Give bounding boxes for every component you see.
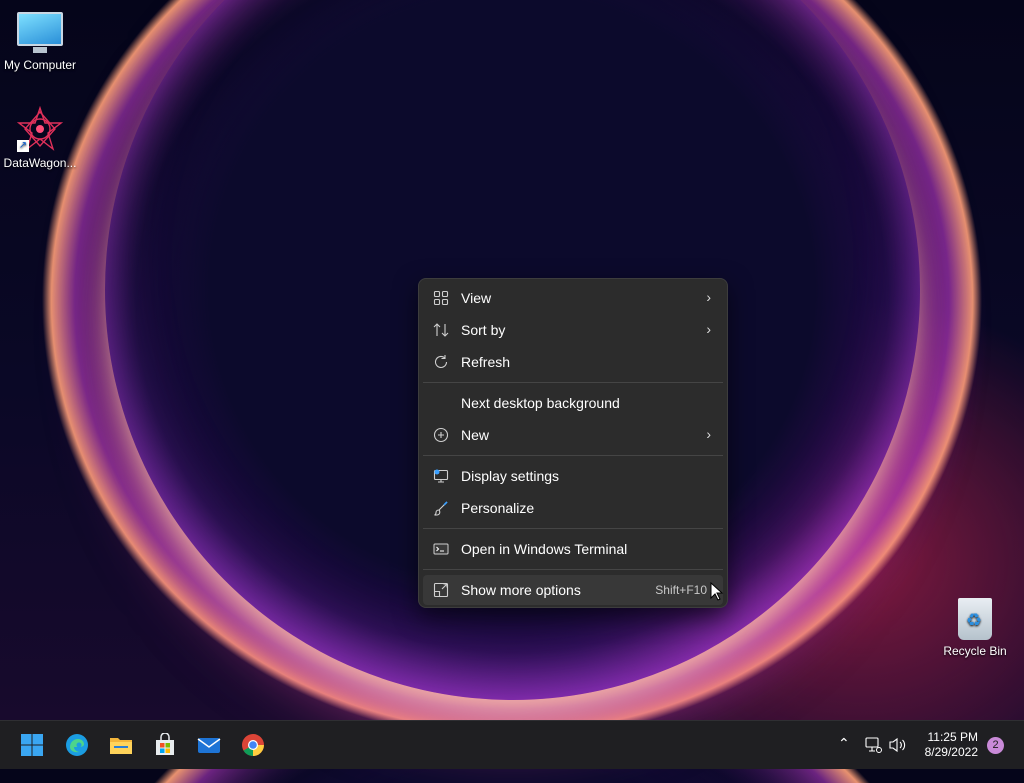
- menu-item-label: New: [461, 427, 490, 443]
- chrome-icon[interactable]: [241, 733, 265, 757]
- clock-time: 11:25 PM: [927, 730, 978, 744]
- plus-circle-icon: [433, 427, 449, 443]
- menu-item-open-in-windows-terminal[interactable]: Open in Windows Terminal: [423, 534, 723, 564]
- chevron-right-icon: ›: [706, 289, 711, 305]
- show-hidden-icons-chevron[interactable]: ⌃: [838, 735, 850, 783]
- display-icon: [433, 469, 449, 483]
- system-clock[interactable]: 11:25 PM 8/29/2022: [925, 730, 978, 760]
- store-icon[interactable]: [153, 733, 177, 757]
- menu-item-label: Display settings: [461, 468, 560, 484]
- menu-item-label: Open in Windows Terminal: [461, 541, 628, 557]
- menu-separator: [423, 382, 723, 383]
- mail-icon[interactable]: [197, 733, 221, 757]
- menu-item-label: Next desktop background: [461, 395, 620, 411]
- recycle-bin-icon: ♻: [958, 598, 992, 640]
- menu-item-label: View: [461, 290, 492, 306]
- menu-item-sort-by[interactable]: Sort by ›: [423, 315, 723, 345]
- menu-item-next-desktop-background[interactable]: Next desktop background: [423, 388, 723, 418]
- taskbar: ⌃ 11:25 PM 8/29/2022 2: [0, 720, 1024, 769]
- volume-icon[interactable]: [888, 736, 908, 754]
- refresh-icon: [434, 355, 448, 368]
- menu-separator: [423, 569, 723, 570]
- desktop-context-menu: View › Sort by › Refresh Next desktop ba…: [418, 278, 728, 608]
- menu-item-view[interactable]: View ›: [423, 283, 723, 313]
- menu-separator: [423, 455, 723, 456]
- terminal-icon: [433, 543, 449, 555]
- grid-view-icon: [433, 290, 449, 306]
- menu-item-personalize[interactable]: Personalize: [423, 493, 723, 523]
- computer-icon: [17, 12, 63, 53]
- menu-item-new[interactable]: New ›: [423, 420, 723, 450]
- brush-icon: [434, 501, 448, 516]
- mouse-cursor-icon: [710, 582, 724, 601]
- notification-badge[interactable]: 2: [987, 737, 1004, 754]
- menu-item-label: Refresh: [461, 354, 511, 370]
- menu-item-refresh[interactable]: Refresh: [423, 347, 723, 377]
- edge-icon[interactable]: [65, 733, 89, 757]
- menu-item-label: Show more options: [461, 582, 581, 598]
- chevron-right-icon: ›: [706, 321, 711, 337]
- shortcut-text: Shift+F10: [655, 583, 707, 597]
- desktop-icon-label: Recycle Bin: [943, 644, 1007, 658]
- desktop-icon-recycle-bin[interactable]: ♻ Recycle Bin: [935, 598, 1015, 658]
- expand-icon: [433, 582, 449, 598]
- menu-separator: [423, 528, 723, 529]
- menu-item-label: Personalize: [461, 500, 535, 516]
- menu-item-display-settings[interactable]: Display settings: [423, 461, 723, 491]
- menu-item-label: Sort by: [461, 322, 506, 338]
- menu-item-show-more-options[interactable]: Show more options Shift+F10: [423, 575, 723, 605]
- desktop-icon-label: My Computer: [3, 58, 77, 72]
- datawagon-shortcut-icon: ↗: [16, 105, 64, 152]
- chevron-right-icon: ›: [706, 426, 711, 442]
- desktop-icon-datawagon[interactable]: ↗ DataWagon...: [0, 105, 80, 170]
- desktop-icon-label: DataWagon...: [3, 156, 77, 170]
- file-explorer-icon[interactable]: [109, 733, 133, 757]
- shortcut-arrow-icon: ↗: [17, 140, 29, 152]
- network-icon[interactable]: [864, 736, 882, 754]
- start-icon[interactable]: [20, 733, 44, 757]
- clock-date: 8/29/2022: [924, 745, 978, 759]
- sort-icon: [433, 323, 449, 337]
- desktop-icon-my-computer[interactable]: My Computer: [0, 12, 80, 72]
